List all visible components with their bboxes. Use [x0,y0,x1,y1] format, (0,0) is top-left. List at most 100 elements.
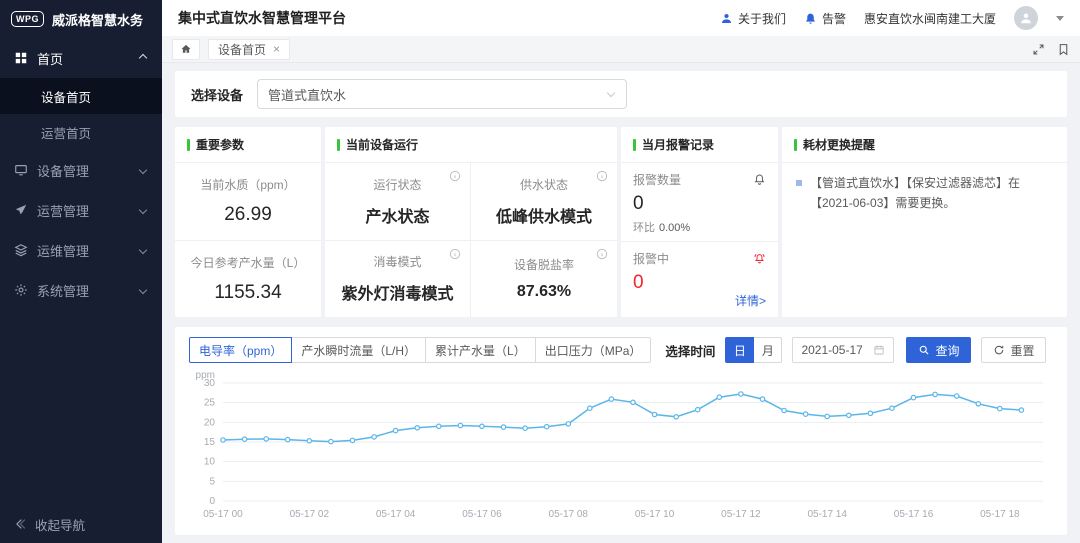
tab-outlet-pressure[interactable]: 出口压力（MPa） [535,337,652,363]
about-us-link[interactable]: 关于我们 [720,10,786,27]
logo-text: 威派格智慧水务 [52,10,143,29]
running-status-cell: 运行状态 产水状态 [325,163,471,241]
card-title: 耗材更换提醒 [782,127,1067,163]
svg-text:05-17 16: 05-17 16 [894,509,934,520]
calendar-icon [873,344,885,356]
device-running-card: 当前设备运行 运行状态 产水状态 供水状态 低峰供水模式 [325,127,617,317]
user-menu-caret[interactable] [1056,16,1064,21]
chevron-up-icon [139,54,147,62]
running-grid: 运行状态 产水状态 供水状态 低峰供水模式 消毒模式 紫外灯消毒模式 [325,163,617,317]
ratio-value: 0.00% [659,222,690,234]
svg-text:10: 10 [204,457,216,468]
reset-button[interactable]: 重置 [981,337,1046,363]
svg-text:05-17 08: 05-17 08 [549,509,589,520]
tab-instant-flow[interactable]: 产水瞬时流量（L/H） [291,337,426,363]
svg-text:05-17 14: 05-17 14 [807,509,847,520]
sidebar-item-operation-home[interactable]: 运营首页 [0,114,162,150]
info-icon[interactable] [449,248,461,260]
svg-text:5: 5 [209,476,215,487]
tab-label: 设备首页 [218,41,266,58]
card-title: 当月报警记录 [621,127,778,163]
alarm-detail-link[interactable]: 详情> [735,292,766,309]
query-button[interactable]: 查询 [906,337,971,363]
sidebar-item-device-mgmt[interactable]: 设备管理 [0,150,162,190]
daily-output-block: 今日参考产水量（L） 1155.34 [175,240,321,318]
bullet-icon [796,180,802,186]
tab-device-home[interactable]: 设备首页 × [208,39,290,60]
day-toggle-button[interactable]: 日 [725,337,754,363]
card-title-text: 当前设备运行 [346,136,418,153]
app-window: WPG 威派格智慧水务 首页 设备首页 运营首页 设备管理 运营管理 运维管理 [0,0,1080,543]
title-accent-bar [337,139,340,151]
chart-area: ppm05101520253005-17 0005-17 0205-17 040… [189,369,1053,525]
gear-icon [14,283,28,297]
svg-text:05-17 04: 05-17 04 [376,509,416,520]
search-icon [918,344,930,356]
collapse-nav-label: 收起导航 [35,515,85,534]
month-toggle-button[interactable]: 月 [753,337,782,363]
alarm-active-section: 报警中 0 详情> [621,242,778,317]
chart-controls: 电导率（ppm） 产水瞬时流量（L/H） 累计产水量（L） 出口压力（MPa） … [189,337,1053,363]
consumables-card: 耗材更换提醒 【管道式直饮水】【保安过滤器滤芯】在【2021-06-03】需要更… [782,127,1067,317]
sidebar-item-system-mgmt[interactable]: 系统管理 [0,270,162,310]
alarm-count-section: 报警数量 0 环比0.00% [621,163,778,242]
date-picker[interactable]: 2021-05-17 [792,337,894,363]
bookmark-icon[interactable] [1057,43,1070,56]
device-icon [14,163,28,177]
device-select-value: 管道式直饮水 [268,85,346,104]
svg-text:0: 0 [209,496,215,507]
title-accent-bar [794,139,797,151]
header-right: 关于我们 告警 惠安直饮水闽南建工大厦 [720,6,1064,30]
bell-outline-icon [753,173,766,186]
sidebar-item-home[interactable]: 首页 [0,38,162,78]
alarm-link[interactable]: 告警 [804,10,846,27]
ratio-label: 环比 [633,222,655,234]
metric-value: 1155.34 [214,282,281,304]
consumable-reminder-item: 【管道式直饮水】【保安过滤器滤芯】在【2021-06-03】需要更换。 [782,163,1067,223]
info-icon[interactable] [449,170,461,182]
svg-text:05-17 10: 05-17 10 [635,509,675,520]
home-icon [180,43,192,55]
sidebar-item-label: 首页 [37,49,131,68]
card-title: 当前设备运行 [325,127,617,163]
tab-total-output[interactable]: 累计产水量（L） [425,337,536,363]
svg-text:15: 15 [204,437,216,448]
avatar-person-icon [1019,11,1033,25]
svg-text:05-17 02: 05-17 02 [290,509,330,520]
logo-badge: WPG [11,11,44,27]
info-icon[interactable] [596,248,608,260]
card-title-text: 当月报警记录 [642,136,714,153]
desalination-rate-cell: 设备脱盐率 87.63% [471,241,617,318]
fullscreen-icon[interactable] [1032,43,1045,56]
person-icon [720,12,733,25]
organization-name[interactable]: 惠安直饮水闽南建工大厦 [864,10,996,27]
svg-text:05-17 06: 05-17 06 [462,509,502,520]
metric-value: 87.63% [517,283,571,301]
collapse-icon [13,517,27,531]
metric-label: 报警中 [633,250,669,267]
sidebar-item-operation-mgmt[interactable]: 运营管理 [0,190,162,230]
device-select-card: 选择设备 管道式直饮水 [175,71,1067,117]
close-icon[interactable]: × [273,42,280,56]
sidebar-item-device-home[interactable]: 设备首页 [0,78,162,114]
metric-tab-group: 电导率（ppm） 产水瞬时流量（L/H） 累计产水量（L） 出口压力（MPa） [189,337,651,363]
info-icon[interactable] [596,170,608,182]
query-label: 查询 [935,342,959,359]
disinfect-mode-cell: 消毒模式 紫外灯消毒模式 [325,241,471,318]
device-select[interactable]: 管道式直饮水 [257,79,627,109]
metric-value: 产水状态 [365,203,429,227]
bell-icon [804,12,817,25]
chevron-down-icon [607,88,615,96]
device-select-label: 选择设备 [191,85,243,104]
avatar[interactable] [1014,6,1038,30]
collapse-nav-button[interactable]: 收起导航 [0,505,162,543]
sidebar-item-maintenance-mgmt[interactable]: 运维管理 [0,230,162,270]
sidebar-subitem-label: 运营首页 [41,123,91,142]
metric-label: 运行状态 [373,176,421,193]
home-tab-button[interactable] [172,39,200,60]
tab-conductivity[interactable]: 电导率（ppm） [189,337,292,363]
sidebar-item-label: 设备管理 [37,161,131,180]
about-us-label: 关于我们 [738,10,786,27]
svg-text:30: 30 [204,378,216,389]
layers-icon [14,243,28,257]
